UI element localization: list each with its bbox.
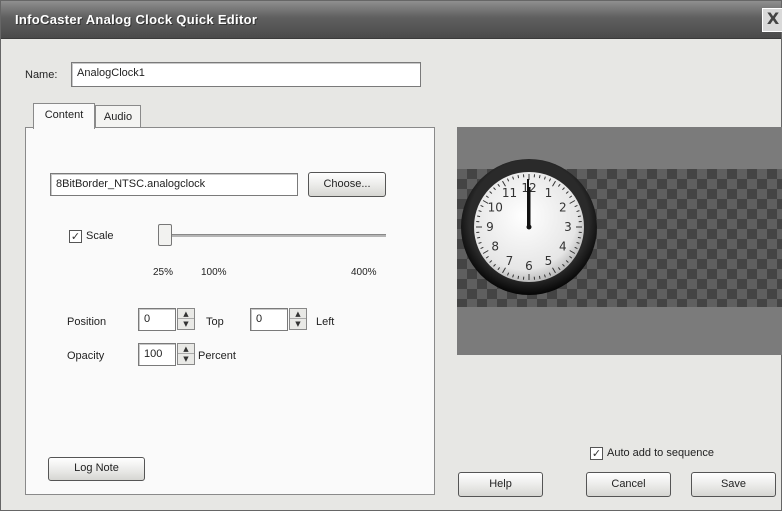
position-left-label: Left — [316, 316, 335, 328]
opacity-unit-label: Percent — [198, 350, 236, 362]
opacity-label: Opacity — [67, 350, 105, 362]
window-title: InfoCaster Analog Clock Quick Editor — [15, 12, 258, 27]
clock-numeral: 6 — [525, 259, 533, 273]
clock-numeral: 3 — [564, 220, 572, 234]
cancel-button[interactable]: Cancel — [586, 472, 671, 497]
clock-tick — [477, 236, 481, 239]
clock-numeral: 10 — [488, 201, 503, 215]
clock-numeral: 7 — [506, 254, 514, 268]
scale-checkbox[interactable]: ✓ — [69, 230, 82, 243]
title-bar[interactable]: InfoCaster Analog Clock Quick Editor X — [1, 1, 782, 39]
clock-numeral: 8 — [491, 240, 499, 254]
spin-up-icon[interactable]: ▲ — [178, 309, 194, 319]
spin-up-icon[interactable]: ▲ — [290, 309, 306, 319]
position-top-label: Top — [206, 316, 224, 328]
scale-tick-max: 400% — [351, 267, 377, 278]
clock-tick — [577, 215, 581, 218]
analog-clock-icon: 121234567891011 — [461, 159, 597, 295]
tab-content[interactable]: Content — [33, 103, 95, 129]
auto-add-label: Auto add to sequence — [607, 447, 715, 459]
clock-tick — [517, 275, 520, 279]
save-button[interactable]: Save — [691, 472, 776, 497]
scale-tick-default: 100% — [201, 267, 227, 278]
opacity-input[interactable]: 100 — [138, 343, 176, 366]
position-left-stepper[interactable]: ▲ ▼ — [289, 308, 307, 330]
choose-button[interactable]: Choose... — [308, 172, 386, 197]
help-button[interactable]: Help — [458, 472, 543, 497]
position-top-stepper[interactable]: ▲ ▼ — [177, 308, 195, 330]
clock-preview: 121234567891011 — [457, 127, 782, 355]
tab-audio[interactable]: Audio — [95, 105, 141, 129]
clock-tick — [477, 215, 481, 218]
clock-tick — [538, 175, 541, 179]
clock-numeral: 5 — [545, 254, 553, 268]
close-icon[interactable]: X — [762, 8, 782, 32]
scale-label: Scale — [86, 230, 114, 242]
clock-tick — [577, 236, 581, 239]
clock-numeral: 4 — [559, 240, 567, 254]
spin-down-icon[interactable]: ▼ — [290, 319, 306, 329]
clock-numeral: 1 — [545, 186, 553, 200]
position-left-input[interactable]: 0 — [250, 308, 288, 331]
scale-tick-min: 25% — [153, 267, 174, 278]
dialog-window: InfoCaster Analog Clock Quick Editor X N… — [0, 0, 782, 511]
name-input[interactable]: AnalogClock1 — [71, 62, 421, 87]
position-top-input[interactable]: 0 — [138, 308, 176, 331]
clock-numeral: 2 — [559, 201, 567, 215]
clock-file-field[interactable]: 8BitBorder_NTSC.analogclock — [50, 173, 298, 196]
clock-numeral: 9 — [486, 220, 494, 234]
scale-slider-thumb[interactable] — [158, 224, 172, 246]
scale-slider-track[interactable] — [161, 234, 386, 237]
spin-down-icon[interactable]: ▼ — [178, 319, 194, 329]
spin-down-icon[interactable]: ▼ — [178, 354, 194, 364]
log-note-button[interactable]: Log Note — [48, 457, 145, 481]
auto-add-checkbox[interactable]: ✓ — [590, 447, 603, 460]
spin-up-icon[interactable]: ▲ — [178, 344, 194, 354]
position-label: Position — [67, 316, 107, 328]
opacity-stepper[interactable]: ▲ ▼ — [177, 343, 195, 365]
clock-numeral: 11 — [502, 186, 517, 200]
clock-tick — [538, 275, 541, 279]
name-label: Name: — [25, 69, 58, 81]
clock-tick — [517, 175, 520, 179]
